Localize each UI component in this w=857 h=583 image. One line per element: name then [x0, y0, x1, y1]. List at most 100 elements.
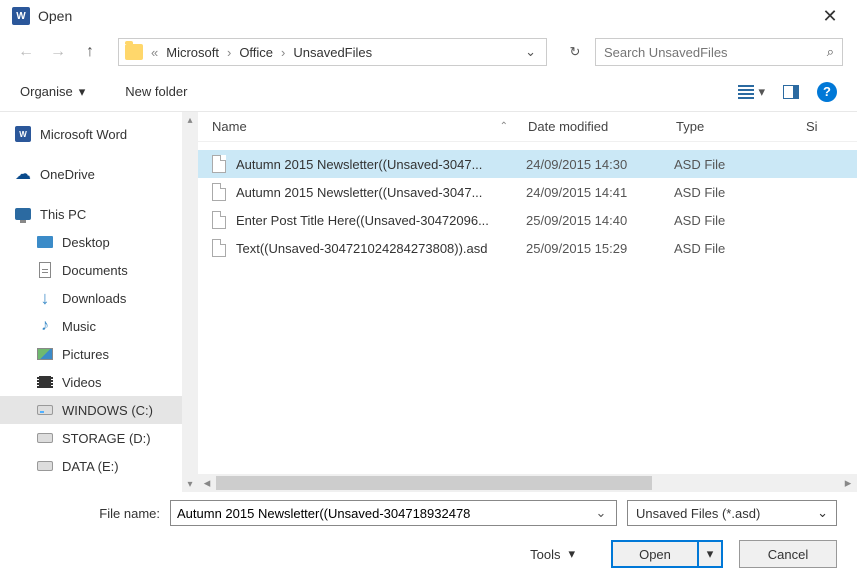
file-icon [212, 211, 226, 229]
word-app-icon: W [12, 7, 30, 25]
file-type: ASD File [674, 185, 804, 200]
column-headers: Name ⌃ Date modified Type Si [198, 112, 857, 142]
breadcrumb-item[interactable]: UnsavedFiles [291, 45, 374, 60]
sidebar-scrollbar[interactable]: ▴ ▾ [182, 112, 198, 492]
chevron-down-icon: ▾ [568, 546, 575, 562]
doc-icon [36, 262, 54, 278]
sidebar-item[interactable]: ♪Music [0, 312, 198, 340]
organise-label: Organise [20, 84, 73, 99]
preview-pane-icon [783, 85, 799, 99]
breadcrumb[interactable]: « Microsoft › Office › UnsavedFiles ⌄ [118, 38, 547, 66]
open-dropdown[interactable]: ▾ [697, 542, 721, 566]
file-row[interactable]: Autumn 2015 Newsletter((Unsaved-3047...2… [198, 178, 857, 206]
sidebar-item[interactable]: WINDOWS (C:) [0, 396, 198, 424]
file-date: 25/09/2015 14:40 [526, 213, 674, 228]
file-type: ASD File [674, 213, 804, 228]
sidebar-item[interactable]: WMicrosoft Word [0, 120, 198, 148]
file-name: Enter Post Title Here((Unsaved-30472096.… [236, 213, 526, 228]
file-row[interactable]: Autumn 2015 Newsletter((Unsaved-3047...2… [198, 150, 857, 178]
sidebar-item[interactable]: Desktop [0, 228, 198, 256]
drive-icon [36, 430, 54, 446]
download-icon: ↓ [36, 290, 54, 306]
sidebar-item[interactable]: Videos [0, 368, 198, 396]
file-type: ASD File [674, 241, 804, 256]
file-name: Autumn 2015 Newsletter((Unsaved-3047... [236, 185, 526, 200]
file-date: 24/09/2015 14:30 [526, 157, 674, 172]
drive-icon [36, 458, 54, 474]
search-icon[interactable]: ⌕ [827, 44, 834, 60]
sidebar-item-label: DATA (E:) [62, 459, 119, 474]
sidebar-item[interactable]: Pictures [0, 340, 198, 368]
open-button[interactable]: Open ▾ [611, 540, 723, 568]
filter-label: Unsaved Files (*.asd) [636, 506, 817, 521]
main-area: ▴ ▾ WMicrosoft Word ☁OneDrive This PC Deskt… [0, 112, 857, 492]
sidebar-item[interactable]: This PC [0, 200, 198, 228]
file-list: Name ⌃ Date modified Type Si Autumn 2015… [198, 112, 857, 492]
sidebar: ▴ ▾ WMicrosoft Word ☁OneDrive This PC Deskt… [0, 112, 198, 492]
sidebar-item[interactable]: Documents [0, 256, 198, 284]
organise-button[interactable]: Organise ▾ [20, 84, 85, 100]
sidebar-item-label: Music [62, 319, 96, 334]
sort-indicator-icon: ⌃ [500, 121, 508, 132]
horizontal-scrollbar[interactable]: ◂ ▸ [198, 474, 857, 492]
breadcrumb-dropdown[interactable]: ⌄ [521, 44, 540, 60]
sidebar-item-label: WINDOWS (C:) [62, 403, 153, 418]
filename-label: File name: [20, 506, 160, 521]
file-row[interactable]: Text((Unsaved-304721024284273808)).asd25… [198, 234, 857, 262]
breadcrumb-item[interactable]: Office [237, 45, 275, 60]
filename-input[interactable] [177, 506, 592, 521]
sidebar-item[interactable]: ☁OneDrive [0, 160, 198, 188]
help-button[interactable]: ? [817, 82, 837, 102]
column-name[interactable]: Name ⌃ [212, 119, 528, 134]
desktop-icon [36, 234, 54, 250]
sidebar-item[interactable]: DATA (E:) [0, 452, 198, 480]
file-row[interactable]: Enter Post Title Here((Unsaved-30472096.… [198, 206, 857, 234]
forward-button[interactable]: → [46, 40, 70, 64]
sidebar-item-label: STORAGE (D:) [62, 431, 151, 446]
column-type[interactable]: Type [676, 119, 806, 134]
refresh-button[interactable]: ↻ [563, 40, 587, 64]
drive-c-icon [36, 402, 54, 418]
back-button[interactable]: ← [14, 40, 38, 64]
chevron-right-icon: › [279, 45, 287, 60]
file-icon [212, 239, 226, 257]
up-button[interactable]: ↑ [78, 40, 102, 64]
chevron-down-icon: ⌄ [817, 505, 828, 521]
tools-button[interactable]: Tools ▾ [530, 546, 575, 562]
chevron-right-icon: › [225, 45, 233, 60]
filename-field[interactable]: ⌄ [170, 500, 617, 526]
footer: File name: ⌄ Unsaved Files (*.asd) ⌄ Too… [0, 492, 857, 582]
breadcrumb-prefix: « [149, 45, 160, 60]
view-button[interactable]: ▾ [738, 84, 765, 100]
scroll-up-icon[interactable]: ▴ [182, 112, 198, 128]
toolbar: Organise ▾ New folder ▾ ? [0, 72, 857, 112]
sidebar-item[interactable]: ↓ Downloads [0, 284, 198, 312]
column-date[interactable]: Date modified [528, 119, 676, 134]
cancel-button[interactable]: Cancel [739, 540, 837, 568]
column-name-label: Name [212, 119, 247, 134]
sidebar-item-label: This PC [40, 207, 86, 222]
file-name: Text((Unsaved-304721024284273808)).asd [236, 241, 526, 256]
sidebar-item-label: Desktop [62, 235, 110, 250]
scroll-right-icon[interactable]: ▸ [839, 474, 857, 492]
close-button[interactable]: ✕ [815, 1, 845, 31]
file-type-filter[interactable]: Unsaved Files (*.asd) ⌄ [627, 500, 837, 526]
search-box[interactable]: ⌕ [595, 38, 843, 66]
chevron-down-icon[interactable]: ⌄ [592, 505, 610, 521]
preview-pane-button[interactable] [783, 85, 799, 99]
scroll-left-icon[interactable]: ◂ [198, 474, 216, 492]
scroll-thumb[interactable] [216, 476, 652, 490]
scroll-down-icon[interactable]: ▾ [182, 476, 198, 492]
list-view-icon [738, 85, 754, 99]
sidebar-item[interactable]: STORAGE (D:) [0, 424, 198, 452]
new-folder-button[interactable]: New folder [125, 84, 187, 99]
folder-icon [125, 44, 143, 60]
column-size[interactable]: Si [806, 119, 857, 134]
file-name: Autumn 2015 Newsletter((Unsaved-3047... [236, 157, 526, 172]
sidebar-item-label: Downloads [62, 291, 126, 306]
sidebar-item-label: OneDrive [40, 167, 95, 182]
chevron-down-icon: ▾ [758, 84, 765, 100]
breadcrumb-item[interactable]: Microsoft [164, 45, 221, 60]
search-input[interactable] [604, 45, 827, 60]
open-label: Open [613, 547, 697, 562]
